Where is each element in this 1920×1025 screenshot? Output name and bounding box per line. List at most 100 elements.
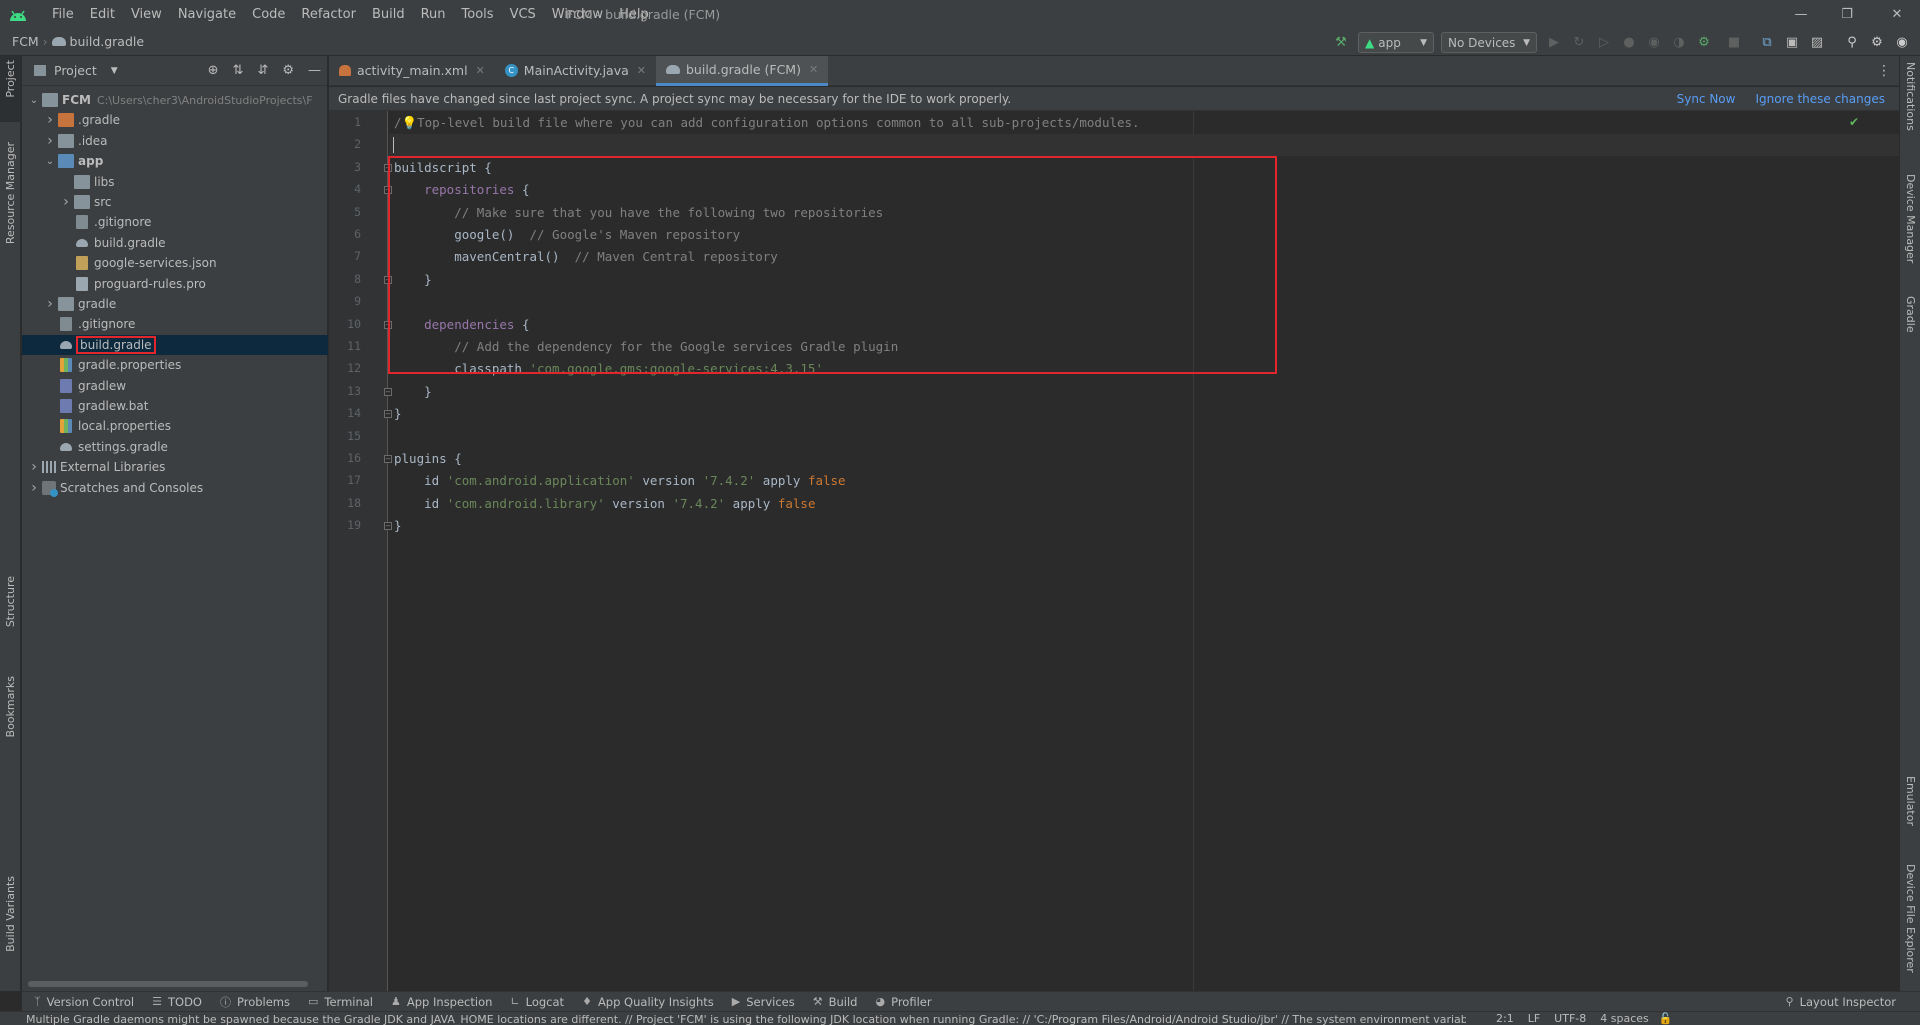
scrollbar-thumb[interactable] [28, 981, 308, 987]
layout-inspector-tool[interactable]: ⚲ Layout Inspector [1786, 995, 1896, 1009]
tree-item[interactable]: proguard-rules.pro [22, 274, 328, 294]
fold-marker-icon[interactable]: − [384, 410, 392, 419]
code-editor[interactable]: 1 2 3−4−5 6 7 8−9 10−11 12 13−14−15 16−17 18 19− /💡… [329, 111, 1899, 991]
tree-item[interactable]: › src [22, 192, 328, 212]
device-manager-tab[interactable]: Device Manager [1904, 174, 1917, 263]
tree-item[interactable]: libs [22, 172, 328, 192]
chevron-right-icon[interactable]: › [44, 133, 56, 149]
sync-now-link[interactable]: Sync Now [1677, 92, 1736, 106]
menu-tools[interactable]: Tools [454, 0, 502, 29]
resource-manager-tab[interactable]: Resource Manager [4, 142, 17, 244]
run-icon[interactable]: ▶ [1545, 33, 1563, 51]
close-window-button[interactable]: ✕ [1874, 0, 1920, 29]
chevron-right-icon[interactable]: › [28, 480, 40, 496]
chevron-right-icon[interactable]: › [60, 194, 72, 210]
menu-build[interactable]: Build [364, 0, 413, 29]
menu-edit[interactable]: Edit [82, 0, 123, 29]
tree-item[interactable]: ⌄ FCM C:\Users\cher3\AndroidStudioProjects… [22, 90, 328, 110]
tree-item[interactable]: ⌄ app [22, 151, 328, 171]
services-tool[interactable]: ▶ Services [732, 995, 795, 1009]
minimize-button[interactable]: — [1778, 0, 1824, 29]
code-line[interactable]: /💡Top-level build file where you can add… [394, 112, 1140, 134]
code-line[interactable]: plugins { [394, 448, 462, 470]
debug-icon[interactable]: ● [1620, 33, 1638, 51]
project-view-selector[interactable]: Project [54, 63, 97, 78]
todo-tool[interactable]: ☰ TODO [152, 995, 202, 1009]
caret-position[interactable]: 2:1 [1496, 1012, 1514, 1025]
horizontal-scrollbar[interactable] [22, 980, 328, 988]
expand-all-icon[interactable]: ⇅ [233, 63, 244, 78]
tree-item[interactable]: settings.gradle [22, 437, 328, 457]
menu-view[interactable]: View [123, 0, 170, 29]
fold-marker-icon[interactable]: − [384, 455, 392, 463]
problems-tool[interactable]: ⓘ Problems [220, 994, 290, 1010]
app-quality-insights-tool[interactable]: ♦ App Quality Insights [582, 995, 714, 1009]
chevron-right-icon[interactable]: › [44, 112, 56, 128]
tree-item[interactable]: build.gradle [22, 334, 328, 355]
tree-item[interactable]: .gitignore [22, 212, 328, 232]
sync-gradle-icon[interactable]: ⚙ [1695, 33, 1713, 51]
tree-item[interactable]: gradlew.bat [22, 396, 328, 416]
menu-run[interactable]: Run [413, 0, 454, 29]
menu-code[interactable]: Code [244, 0, 293, 29]
project-tool-tab[interactable]: Project [0, 56, 21, 122]
tab-main-activity-java[interactable]: C MainActivity.java ✕ [495, 56, 656, 86]
locate-file-icon[interactable]: ⊕ [208, 63, 219, 78]
code-line[interactable]: id 'com.android.library' version '7.4.2'… [394, 493, 815, 515]
bookmarks-tab[interactable]: Bookmarks [4, 676, 17, 737]
device-dropdown[interactable]: No Devices ▼ [1441, 32, 1537, 53]
code-line[interactable]: } [394, 403, 402, 425]
tree-item[interactable]: › gradle [22, 294, 328, 314]
stop-icon[interactable]: ■ [1725, 33, 1743, 51]
tree-item[interactable]: › .idea [22, 131, 328, 151]
terminal-tool[interactable]: ▭ Terminal [308, 995, 373, 1009]
apply-changes-icon[interactable]: ↻ [1570, 33, 1588, 51]
line-separator[interactable]: LF [1528, 1012, 1540, 1025]
emulator-tab[interactable]: Emulator [1904, 776, 1917, 826]
lock-icon[interactable]: 🔓 [1659, 1012, 1673, 1025]
ignore-changes-link[interactable]: Ignore these changes [1755, 92, 1885, 106]
menu-vcs[interactable]: VCS [502, 0, 544, 29]
restore-button[interactable]: ❐ [1824, 0, 1870, 29]
file-encoding[interactable]: UTF-8 [1554, 1012, 1586, 1025]
gradle-sync-elephant-icon[interactable]: ⧉ [1758, 33, 1776, 51]
code-line[interactable]: id 'com.android.application' version '7.… [394, 470, 846, 492]
close-tab-icon[interactable]: ✕ [637, 64, 646, 77]
chevron-down-icon[interactable]: ⌄ [28, 95, 40, 106]
menu-navigate[interactable]: Navigate [170, 0, 244, 29]
more-options-icon[interactable]: ⋮ [1877, 63, 1891, 79]
menu-refactor[interactable]: Refactor [293, 0, 364, 29]
chevron-down-icon[interactable]: ▼ [111, 66, 118, 76]
make-project-hammer-icon[interactable]: ⚒ [1332, 33, 1350, 51]
notifications-tab[interactable]: Notifications [1904, 62, 1917, 131]
build-tool[interactable]: ⚒ Build [813, 995, 858, 1009]
run-config-dropdown[interactable]: ▲ app ▼ [1358, 32, 1434, 53]
profiler-tool[interactable]: ◕ Profiler [875, 995, 931, 1009]
tree-item[interactable]: .gitignore [22, 314, 328, 334]
close-tab-icon[interactable]: ✕ [476, 64, 485, 77]
tree-item[interactable]: › External Libraries [22, 457, 328, 477]
tab-activity-main-xml[interactable]: activity_main.xml ✕ [329, 56, 495, 86]
tab-build-gradle-fcm[interactable]: build.gradle (FCM) ✕ [655, 55, 829, 86]
tree-item[interactable]: gradle.properties [22, 355, 328, 375]
fold-marker-icon[interactable]: − [384, 522, 392, 531]
settings-gear-icon[interactable]: ⚙ [1868, 33, 1886, 51]
indent-setting[interactable]: 4 spaces [1600, 1012, 1649, 1025]
attach-debugger-icon[interactable]: ◑ [1670, 33, 1688, 51]
device-manager-icon[interactable]: ▣ [1783, 33, 1801, 51]
close-tab-icon[interactable]: ✕ [809, 63, 818, 76]
menu-file[interactable]: File [44, 0, 82, 29]
breadcrumb-project[interactable]: FCM [12, 34, 39, 49]
chevron-down-icon[interactable]: ⌄ [44, 156, 56, 167]
hide-panel-icon[interactable]: — [308, 63, 321, 78]
account-icon[interactable]: ◉ [1893, 33, 1911, 51]
app-inspection-tool[interactable]: ♟ App Inspection [391, 995, 492, 1009]
status-message[interactable]: Multiple Gradle daemons might be spawned… [26, 1012, 1466, 1025]
device-file-explorer-tab[interactable]: Device File Explorer [1904, 864, 1917, 973]
tree-item[interactable]: build.gradle [22, 233, 328, 253]
version-control-tool[interactable]: ᛉ Version Control [34, 995, 134, 1009]
tree-item[interactable]: › Scratches and Consoles [22, 478, 328, 498]
settings-gear-icon[interactable]: ⚙ [282, 63, 294, 78]
code-line[interactable]: } [394, 381, 432, 403]
sdk-manager-icon[interactable]: ▨ [1808, 33, 1826, 51]
